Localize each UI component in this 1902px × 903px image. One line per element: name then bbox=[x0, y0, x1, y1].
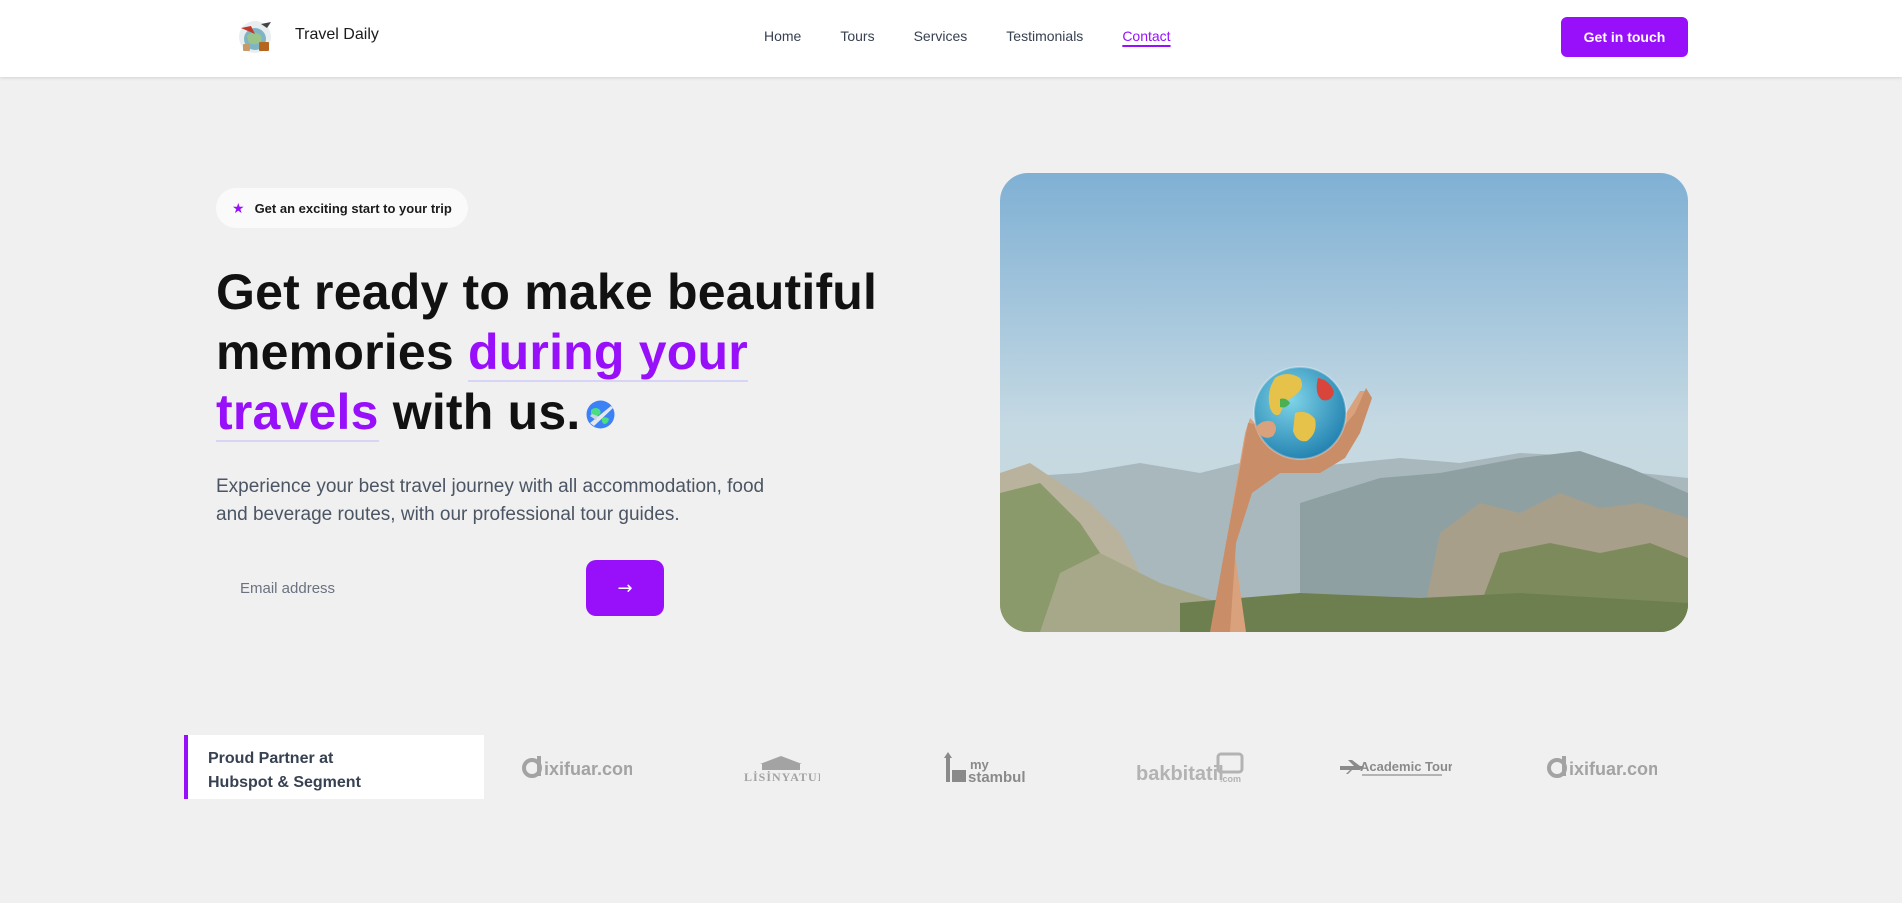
travel-daily-logo-icon[interactable] bbox=[231, 16, 279, 58]
get-in-touch-button[interactable]: Get in touch bbox=[1561, 17, 1688, 57]
hero-badge-text: Get an exciting start to your trip bbox=[254, 200, 452, 216]
svg-text:ixifuar.com: ixifuar.com bbox=[1569, 759, 1657, 779]
svg-text:Academic Tour: Academic Tour bbox=[1360, 759, 1452, 774]
partner-label-box: Proud Partner at Hubspot & Segment bbox=[184, 735, 484, 799]
partner-logo-dixifuar[interactable]: ixifuar.com bbox=[522, 752, 632, 784]
hero-subtext: Experience your best travel journey with… bbox=[216, 476, 765, 525]
nav-services[interactable]: Services bbox=[914, 28, 968, 44]
svg-text:ixifuar.com: ixifuar.com bbox=[544, 759, 632, 779]
main-nav: Home Tours Services Testimonials Contact bbox=[764, 28, 1210, 44]
headline-part2: with us. bbox=[378, 384, 581, 440]
partner-logo-academic-tour[interactable]: Academic Tour bbox=[1340, 752, 1452, 784]
svg-text:LİSİNYATUR: LİSİNYATUR bbox=[744, 770, 820, 784]
partner-logo-dixifuar-2[interactable]: ixifuar.com bbox=[1547, 752, 1657, 784]
svg-text:.com: .com bbox=[1220, 774, 1241, 784]
hero-image-hand-holding-globe bbox=[1000, 173, 1688, 632]
partner-label-line1: Proud Partner at bbox=[208, 750, 334, 767]
nav-testimonials[interactable]: Testimonials bbox=[1006, 28, 1083, 44]
partner-logo-bakbitatil[interactable]: bakbitatil .com bbox=[1136, 752, 1246, 784]
airplane-globe-icon bbox=[584, 384, 617, 429]
subscribe-arrow-button[interactable]: → bbox=[586, 560, 664, 616]
nav-home[interactable]: Home bbox=[764, 28, 801, 44]
svg-text:bakbitatil: bakbitatil bbox=[1136, 763, 1224, 784]
nav-contact[interactable]: Contact bbox=[1122, 28, 1170, 44]
brand-name[interactable]: Travel Daily bbox=[295, 26, 379, 44]
hero-headline: Get ready to make beautiful memories dur… bbox=[216, 262, 916, 442]
hero-badge: ★ Get an exciting start to your trip bbox=[216, 188, 468, 228]
partner-logo-lisinyatur[interactable]: LİSİNYATUR bbox=[742, 752, 820, 784]
top-navbar: Travel Daily Home Tours Services Testimo… bbox=[0, 0, 1902, 77]
partner-label-line2: Hubspot & Segment bbox=[208, 774, 361, 791]
nav-tours[interactable]: Tours bbox=[840, 28, 874, 44]
star-icon: ★ bbox=[232, 199, 245, 216]
partner-logo-mystambul[interactable]: my stambul bbox=[944, 752, 1030, 784]
email-field[interactable] bbox=[216, 562, 576, 614]
svg-text:stambul: stambul bbox=[968, 769, 1026, 784]
